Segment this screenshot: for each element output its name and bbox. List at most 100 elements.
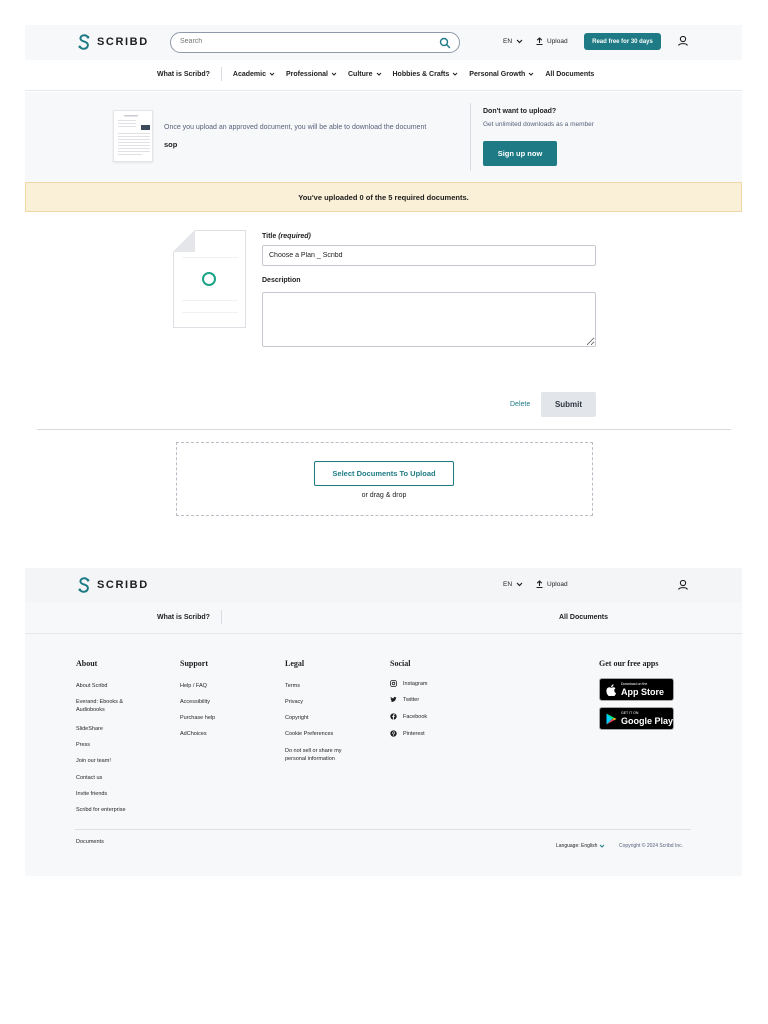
upload-link[interactable]: Upload [536,37,568,45]
panel-divider [470,103,471,171]
form-divider [37,429,731,430]
footer-upload-label: Upload [547,580,568,588]
footer-language-selector-bottom[interactable]: Language: English [556,843,605,849]
header-divider [25,90,742,91]
footer-link-purchase-help[interactable]: Purchase help [180,714,215,722]
nav-divider [220,67,222,81]
nav-professional[interactable]: Professional [286,71,337,78]
footer-link-instagram[interactable]: Instagram [390,680,427,687]
footer-documents-link[interactable]: Documents [76,838,104,846]
footer-apps-heading: Get our free apps [599,659,659,668]
title-label: Title (required) [262,233,311,240]
footer-bottom-divider [75,829,691,830]
delete-link[interactable]: Delete [510,401,530,408]
footer-link-adchoices[interactable]: AdChoices [180,730,207,738]
footer-link-facebook[interactable]: Facebook [390,713,427,720]
footer-link-slideshare[interactable]: SlideShare [76,725,103,733]
footer-language-label: EN [503,581,513,588]
footer-link-contact[interactable]: Contact us [76,774,102,782]
nav-personal-growth-label: Personal Growth [469,70,526,78]
footer-link-help[interactable]: Help / FAQ [180,682,207,690]
select-documents-button[interactable]: Select Documents To Upload [314,461,454,486]
footer-upload-link[interactable]: Upload [536,580,568,588]
title-input[interactable] [262,245,596,266]
document-thumbnail [113,110,153,162]
chevron-down-icon [269,72,275,76]
footer-link-press[interactable]: Press [76,741,90,749]
file-line [182,257,238,258]
footer-link-join-team[interactable]: Join our team! [76,757,111,765]
twitter-icon [390,696,397,702]
google-play-small-text: GET IT ON [621,711,639,715]
nav-personal-growth[interactable]: Personal Growth [469,71,534,78]
footer-language-text: Language: English [556,843,598,849]
footer-link-about-scribd[interactable]: About Scribd [76,682,108,690]
footer-link-terms[interactable]: Terms [285,682,300,690]
nav-what-is-scribd[interactable]: What is Scribd? [157,71,210,78]
sign-up-button[interactable]: Sign up now [483,141,557,166]
footer-nav-what-is-scribd[interactable]: What is Scribd? [157,614,210,621]
user-account-icon[interactable] [675,33,691,49]
footer-link-everand[interactable]: Everand: Ebooks & Audiobooks [76,698,146,714]
nav-academic-label: Academic [232,70,266,78]
chevron-down-icon [600,844,605,848]
footer-link-copyright[interactable]: Copyright [285,714,309,722]
document-preview-icon [118,115,150,155]
instagram-icon [390,680,397,687]
search-input[interactable] [180,38,430,45]
app-store-small-text: Download on the [621,682,648,686]
app-store-badge[interactable]: Download on the App Store [599,678,674,701]
upload-progress-notice: You've uploaded 0 of the 5 required docu… [25,182,742,212]
search-icon[interactable] [439,37,451,49]
nav-hobbies-crafts[interactable]: Hobbies & Crafts [393,71,459,78]
drag-drop-hint: or drag & drop [361,492,407,499]
footer-nav-all-documents[interactable]: All Documents [559,614,608,621]
title-required-text: (required) [278,233,311,240]
upload-icon [536,37,543,45]
app-store-big-text: App Store [621,687,665,697]
upload-label: Upload [547,37,568,45]
chevron-down-icon [376,72,381,76]
description-label: Description [262,277,301,284]
footer-user-account-icon[interactable] [675,577,691,593]
footer-nav-right: All Documents [559,605,619,629]
google-play-big-text: Google Play [621,716,674,726]
chevron-down-icon [331,72,337,76]
footer-nav: What is Scribd? [157,605,233,629]
footer-link-do-not-sell[interactable]: Do not sell or share my personal informa… [285,747,360,763]
nav-academic[interactable]: Academic [233,71,275,78]
footer-language-selector[interactable]: EN [503,581,523,588]
nav-all-documents[interactable]: All Documents [545,71,594,78]
footer-link-privacy[interactable]: Privacy [285,698,303,706]
footer-scribd-logo[interactable]: SCRIBD [77,577,149,593]
pinterest-icon [390,730,397,737]
language-selector[interactable]: EN [503,38,523,45]
footer-link-invite[interactable]: Invite friends [76,790,107,798]
nav-professional-label: Professional [285,70,328,78]
footer-link-enterprise[interactable]: Scribd for enterprise [76,806,126,814]
pinterest-label: Pinterest [403,730,425,737]
footer-about-heading: About [76,659,98,668]
apple-icon [606,684,616,696]
submit-button[interactable]: Submit [541,392,596,417]
scribd-logo-icon [78,577,90,593]
nav-culture[interactable]: Culture [348,71,382,78]
chevron-down-icon [528,72,534,76]
footer-nav-divider [25,633,742,634]
file-line [182,300,238,301]
language-label: EN [503,38,513,45]
scribd-logo[interactable]: SCRIBD [77,34,149,50]
footer-link-cookie-preferences[interactable]: Cookie Preferences [285,730,333,738]
nav-hobbies-label: Hobbies & Crafts [392,70,450,78]
chevron-down-icon [452,72,458,76]
read-free-button[interactable]: Read free for 30 days [584,33,661,50]
footer-link-twitter[interactable]: Twitter [390,696,419,703]
logo-text: SCRIBD [97,36,149,48]
footer-link-accessibility[interactable]: Accessibility [180,698,210,706]
search-bar[interactable] [170,32,460,53]
google-play-badge[interactable]: GET IT ON Google Play [599,707,674,730]
description-textarea[interactable] [262,292,596,347]
scribd-logo-icon [78,34,90,50]
footer-link-pinterest[interactable]: Pinterest [390,730,425,737]
facebook-label: Facebook [403,713,428,720]
